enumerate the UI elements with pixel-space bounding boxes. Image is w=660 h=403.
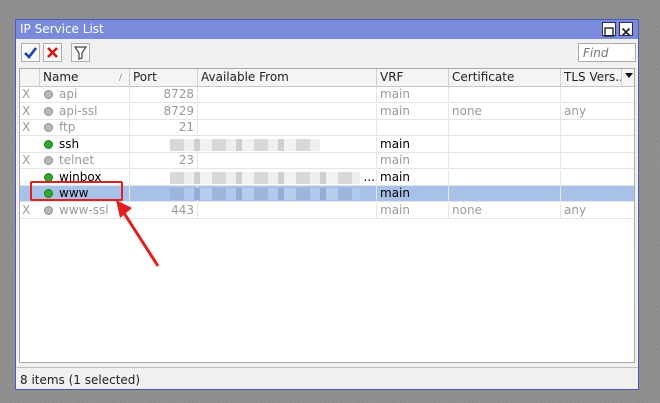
- cell-port: 8728: [130, 87, 198, 103]
- table-header: Name ∕ Port Available From VRF Certificat…: [20, 69, 634, 87]
- cell-vrf: main: [377, 202, 449, 219]
- redacted-address: [170, 171, 360, 184]
- funnel-icon: [73, 46, 88, 60]
- redacted-address: [170, 188, 360, 200]
- table-row[interactable]: Xtelnet 23 main: [20, 153, 634, 169]
- status-dot-icon: [44, 139, 53, 149]
- row-flag: X: [22, 103, 31, 118]
- ip-service-list-window: IP Service List Name∕ Port Available Fro…: [15, 19, 639, 390]
- column-header-tls-version[interactable]: TLS Vers...: [561, 69, 622, 86]
- cell-tls-version: [561, 170, 634, 186]
- cell-port: 21: [130, 120, 198, 136]
- cell-available-from: [198, 202, 377, 219]
- sort-indicator-icon: ∕: [119, 73, 123, 83]
- cell-tls-version: any: [561, 203, 634, 219]
- cell-tls-version: [561, 153, 634, 169]
- filter-button[interactable]: [71, 43, 90, 62]
- cell-vrf: [377, 120, 449, 136]
- cell-name: telnet: [56, 153, 130, 169]
- redacted-address: [170, 138, 320, 151]
- cell-vrf: main: [377, 186, 449, 202]
- status-dot-icon: [44, 106, 53, 116]
- annotation-arrow-icon: [116, 200, 160, 267]
- enable-button[interactable]: [21, 43, 40, 62]
- restore-icon: [604, 27, 614, 37]
- toolbar: [16, 40, 638, 64]
- cell-vrf: main: [377, 169, 449, 186]
- title-bar[interactable]: IP Service List: [16, 20, 638, 39]
- column-header-name[interactable]: Name ∕: [40, 69, 130, 86]
- column-header-certificate[interactable]: Certificate: [449, 69, 561, 86]
- table-row[interactable]: ssh main: [20, 136, 634, 153]
- table-row[interactable]: Xapi 8728 main: [20, 87, 634, 103]
- status-dot-icon: [44, 90, 53, 99]
- cell-tls-version: any: [561, 104, 634, 120]
- find-input[interactable]: [578, 43, 636, 62]
- cell-port: 23: [130, 153, 198, 169]
- dropdown-arrow-icon: [625, 73, 633, 78]
- status-dot-icon: [44, 156, 53, 165]
- cell-tls-version: [561, 87, 634, 103]
- column-header-available-from[interactable]: Available From: [198, 69, 377, 86]
- cell-vrf: main: [377, 136, 449, 153]
- cell-vrf: main: [377, 153, 449, 169]
- cross-icon: [47, 47, 58, 58]
- cell-available-from: [198, 87, 377, 103]
- cell-vrf: main: [377, 103, 449, 120]
- row-flag: X: [22, 153, 31, 167]
- window-title: IP Service List: [20, 22, 104, 36]
- cell-name: ftp: [56, 120, 130, 136]
- checkmark-icon: [24, 47, 38, 59]
- cell-available-from: [198, 153, 377, 169]
- cell-vrf: main: [377, 87, 449, 103]
- cell-available-from: [198, 103, 377, 120]
- column-header-vrf[interactable]: VRF: [377, 69, 449, 86]
- cell-tls-version: [561, 186, 634, 202]
- cell-certificate: [449, 120, 561, 136]
- cell-certificate: [449, 153, 561, 169]
- cell-certificate: [449, 186, 561, 202]
- cell-certificate: [449, 87, 561, 103]
- column-menu-button[interactable]: [622, 70, 634, 85]
- column-header-flag[interactable]: [20, 69, 40, 86]
- row-flag: X: [22, 87, 31, 101]
- cell-name: ssh: [56, 136, 130, 153]
- row-flag: X: [22, 120, 31, 134]
- cell-tls-version: [561, 137, 634, 153]
- status-bar: 8 items (1 selected): [16, 367, 638, 389]
- cell-available-from: [198, 120, 377, 136]
- cell-name: api-ssl: [56, 103, 130, 120]
- cell-certificate: [449, 136, 561, 153]
- status-dot-icon: [44, 205, 53, 215]
- close-button[interactable]: [619, 22, 633, 37]
- table-row[interactable]: Xapi-ssl 8729 main none any: [20, 103, 634, 120]
- cell-certificate: none: [449, 103, 561, 120]
- disable-button[interactable]: [43, 43, 62, 62]
- cell-certificate: [449, 169, 561, 186]
- cell-name: api: [56, 87, 130, 103]
- restore-button[interactable]: [602, 22, 616, 37]
- cell-certificate: none: [449, 202, 561, 219]
- column-header-port[interactable]: Port: [130, 69, 198, 86]
- status-dot-icon: [44, 123, 53, 132]
- table-row[interactable]: Xftp 21: [20, 120, 634, 136]
- cell-tls-version: [561, 120, 634, 136]
- close-icon: [621, 27, 631, 37]
- row-flag: X: [22, 202, 31, 217]
- cell-port: 8729: [130, 103, 198, 120]
